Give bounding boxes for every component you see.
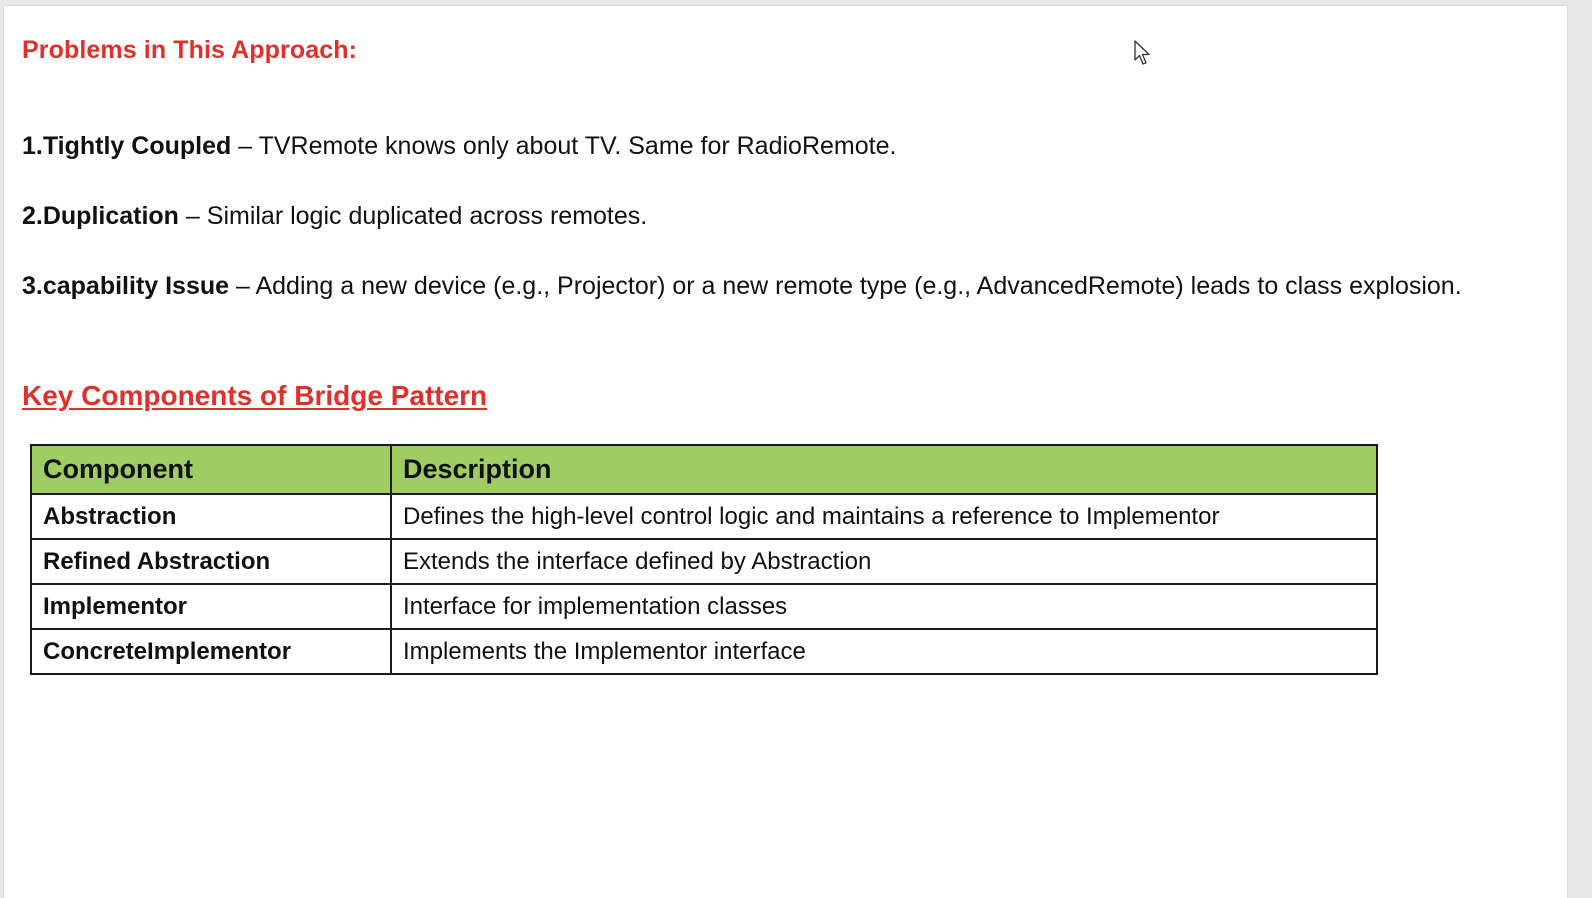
problem-title: 1.Tightly Coupled [22, 132, 232, 160]
problem-text: – Adding a new device (e.g., Projector) … [229, 272, 1462, 300]
component-cell: Implementor [30, 583, 392, 630]
table-row: Implementor Interface for implementation… [30, 583, 1378, 630]
table-row: Abstraction Defines the high-level contr… [30, 493, 1378, 540]
component-cell: Abstraction [30, 493, 392, 540]
page: Problems in This Approach: 1.Tightly Cou… [0, 0, 1592, 898]
problem-text: – TVRemote knows only about TV. Same for… [231, 132, 897, 160]
description-cell: Extends the interface defined by Abstrac… [390, 538, 1378, 585]
section-title: Key Components of Bridge Pattern [22, 380, 488, 411]
table-row: Refined Abstraction Extends the interfac… [30, 538, 1378, 585]
column-header-description: Description [390, 444, 1378, 495]
problem-title: 2.Duplication [22, 202, 179, 230]
component-cell: Refined Abstraction [30, 538, 392, 585]
problem-item-1: 1.Tightly Coupled – TVRemote knows only … [22, 132, 896, 161]
mouse-pointer-icon [1134, 40, 1150, 65]
description-cell: Interface for implementation classes [390, 583, 1378, 630]
components-table: Component Description Abstraction Define… [30, 444, 1378, 675]
problem-title: 3.capability Issue [22, 272, 230, 300]
problem-item-3: 3.capability Issue – Adding a new device… [22, 272, 1462, 301]
description-cell: Defines the high-level control logic and… [390, 493, 1378, 540]
table-header-row: Component Description [30, 444, 1378, 495]
description-cell: Implements the Implementor interface [390, 628, 1378, 675]
problem-item-2: 2.Duplication – Similar logic duplicated… [22, 202, 647, 231]
component-cell: ConcreteImplementor [30, 628, 392, 675]
table-row: ConcreteImplementor Implements the Imple… [30, 628, 1378, 675]
document-sheet: Problems in This Approach: 1.Tightly Cou… [4, 6, 1567, 898]
column-header-component: Component [30, 444, 392, 495]
problem-text: – Similar logic duplicated across remote… [178, 202, 648, 230]
problems-heading: Problems in This Approach: [22, 36, 358, 64]
